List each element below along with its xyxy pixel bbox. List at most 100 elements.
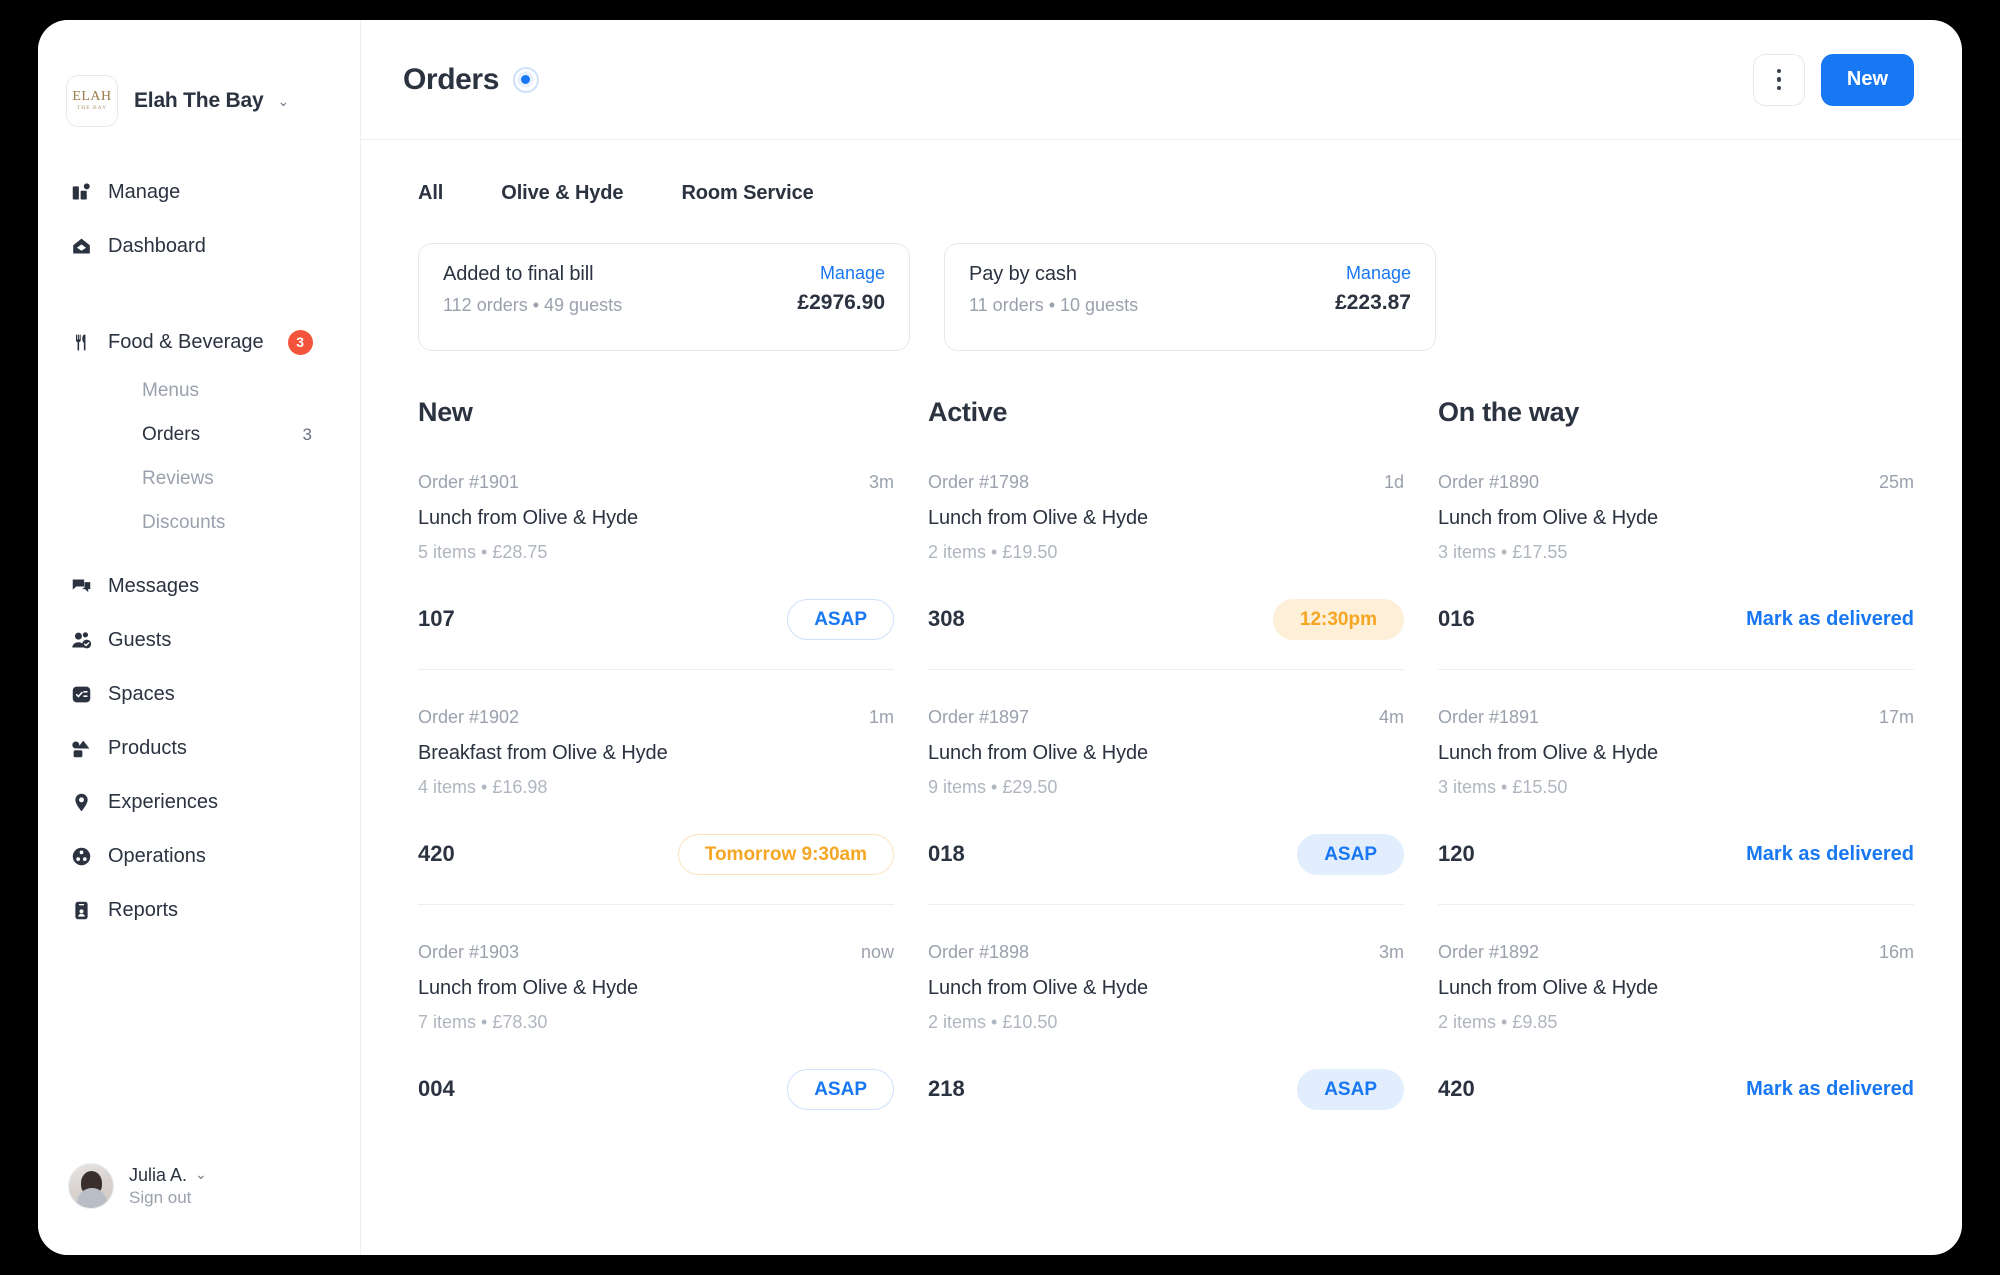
order-card[interactable]: Order #1897 4m Lunch from Olive & Hyde 9… (928, 707, 1404, 905)
sidebar-subitem-discounts[interactable]: Discounts (38, 501, 360, 545)
summary-title: Added to final bill (443, 263, 594, 285)
order-header: Order #1903 now (418, 942, 894, 963)
mark-as-delivered-button[interactable]: Mark as delivered (1746, 843, 1914, 866)
order-card[interactable]: Order #1890 25m Lunch from Olive & Hyde … (1438, 472, 1914, 670)
order-card[interactable]: Order #1891 17m Lunch from Olive & Hyde … (1438, 707, 1914, 905)
order-action-badge[interactable]: ASAP (787, 598, 894, 640)
order-action-badge[interactable]: ASAP (1297, 833, 1404, 875)
order-action-badge[interactable]: 12:30pm (1272, 598, 1404, 640)
user-name: Julia A. (129, 1164, 188, 1185)
summary-meta: 11 orders • 10 guests (969, 295, 1139, 315)
order-columns: New Order #1901 3m Lunch from Olive & Hy… (403, 397, 1914, 1176)
sidebar-item-spaces[interactable]: Spaces (38, 667, 360, 721)
order-meta: 7 items • £78.30 (418, 1012, 548, 1032)
order-action-badge[interactable]: Tomorrow 9:30am (677, 833, 894, 875)
main-area: Orders New All Olive & Hyde Room Service (361, 20, 1962, 1255)
sidebar-item-dashboard[interactable]: Dashboard (38, 219, 360, 273)
order-id: Order #1898 (928, 942, 1030, 962)
order-card[interactable]: Order #1902 1m Breakfast from Olive & Hy… (418, 707, 894, 905)
order-title: Lunch from Olive & Hyde (928, 507, 1149, 529)
order-meta: 4 items • £16.98 (418, 777, 548, 797)
order-title: Lunch from Olive & Hyde (1438, 507, 1659, 529)
order-title: Lunch from Olive & Hyde (928, 977, 1149, 999)
order-footer: 308 12:30pm (928, 597, 1404, 641)
operations-icon (70, 845, 92, 867)
brand-switcher[interactable]: ELAH THE BAY Elah The Bay ⌄ (38, 20, 360, 140)
content-area: All Olive & Hyde Room Service Added to f… (361, 140, 1962, 1255)
order-id: Order #1798 (928, 472, 1030, 492)
order-meta: 5 items • £28.75 (418, 542, 548, 562)
sidebar-item-label: Messages (108, 574, 200, 597)
order-header: Order #1891 17m (1438, 707, 1914, 728)
chevron-down-icon: ⌄ (195, 1166, 207, 1183)
summary-card-pay-by-cash[interactable]: Pay by cash 11 orders • 10 guests Manage… (944, 243, 1436, 351)
sidebar-item-reports[interactable]: Reports (38, 883, 360, 937)
sidebar-subitem-menus[interactable]: Menus (38, 369, 360, 413)
map-pin-icon (70, 791, 92, 813)
order-time-ago: now (860, 942, 894, 962)
mark-as-delivered-button[interactable]: Mark as delivered (1746, 1078, 1914, 1101)
sidebar-item-label: Food & Beverage (108, 330, 264, 353)
user-menu[interactable]: Julia A. ⌄ Sign out (38, 1163, 360, 1255)
sidebar-subitem-label: Menus (142, 380, 200, 401)
order-room-number: 107 (418, 606, 455, 631)
order-card[interactable]: Order #1898 3m Lunch from Olive & Hyde 2… (928, 942, 1404, 1139)
order-room-number: 004 (418, 1076, 455, 1101)
order-id: Order #1903 (418, 942, 520, 962)
order-id: Order #1897 (928, 707, 1030, 727)
user-name-row: Julia A. ⌄ (129, 1164, 207, 1187)
manage-link[interactable]: Manage (1335, 263, 1411, 284)
new-order-button[interactable]: New (1820, 53, 1914, 106)
column-on-the-way: On the way Order #1890 25m Lunch from Ol… (1438, 397, 1914, 1176)
order-title: Lunch from Olive & Hyde (1438, 977, 1659, 999)
chevron-down-icon: ⌄ (277, 92, 290, 109)
order-footer: 107 ASAP (418, 597, 894, 641)
order-action-badge[interactable]: ASAP (787, 1068, 894, 1110)
sidebar-item-experiences[interactable]: Experiences (38, 775, 360, 829)
order-header: Order #1901 3m (418, 472, 894, 493)
order-card[interactable]: Order #1901 3m Lunch from Olive & Hyde 5… (418, 472, 894, 670)
manage-icon (70, 181, 92, 203)
manage-link[interactable]: Manage (797, 263, 885, 284)
sidebar-nav: Manage Dashboard Food & Beverage 3 Menus… (38, 140, 360, 1163)
sidebar-item-manage[interactable]: Manage (38, 165, 360, 219)
food-beverage-badge: 3 (287, 329, 313, 355)
more-options-button[interactable] (1752, 53, 1805, 106)
order-room-number: 018 (928, 841, 965, 866)
order-room-number: 420 (1438, 1076, 1475, 1101)
order-action-badge[interactable]: ASAP (1297, 1068, 1404, 1110)
order-room-number: 420 (418, 841, 455, 866)
sidebar-subitem-label: Orders (142, 424, 201, 445)
summary-meta: 112 orders • 49 guests (443, 295, 623, 315)
sidebar-item-products[interactable]: Products (38, 721, 360, 775)
order-card[interactable]: Order #1798 1d Lunch from Olive & Hyde 2… (928, 472, 1404, 670)
order-footer: 420 Mark as delivered (1438, 1067, 1914, 1111)
order-title: Lunch from Olive & Hyde (418, 977, 639, 999)
sidebar-item-messages[interactable]: Messages (38, 559, 360, 613)
summary-left: Added to final bill 112 orders • 49 gues… (443, 263, 622, 350)
sidebar: ELAH THE BAY Elah The Bay ⌄ Manage Dashb… (38, 20, 361, 1255)
order-id: Order #1892 (1438, 942, 1540, 962)
order-header: Order #1890 25m (1438, 472, 1914, 493)
column-title: Active (928, 397, 1008, 427)
tab-room-service[interactable]: Room Service (681, 182, 813, 205)
order-card[interactable]: Order #1903 now Lunch from Olive & Hyde … (418, 942, 894, 1139)
nav-spacer-2 (38, 545, 360, 559)
tab-olive-and-hyde[interactable]: Olive & Hyde (501, 182, 623, 205)
sidebar-item-food-beverage[interactable]: Food & Beverage 3 (38, 315, 360, 369)
tab-all[interactable]: All (418, 182, 443, 205)
sidebar-item-operations[interactable]: Operations (38, 829, 360, 883)
sign-out-link[interactable]: Sign out (129, 1187, 207, 1209)
order-time-ago: 1d (1383, 472, 1404, 492)
sidebar-item-label: Experiences (108, 790, 219, 813)
summary-card-added-to-final-bill[interactable]: Added to final bill 112 orders • 49 gues… (418, 243, 910, 351)
top-bar: Orders New (361, 20, 1962, 140)
column-title: On the way (1438, 397, 1580, 427)
order-card[interactable]: Order #1892 16m Lunch from Olive & Hyde … (1438, 942, 1914, 1139)
mark-as-delivered-button[interactable]: Mark as delivered (1746, 608, 1914, 631)
summary-right: Manage £2976.90 (797, 263, 885, 350)
sidebar-subitem-orders[interactable]: Orders 3 (38, 413, 360, 457)
sidebar-subitem-reviews[interactable]: Reviews (38, 457, 360, 501)
sidebar-item-label: Spaces (108, 682, 175, 705)
sidebar-item-guests[interactable]: Guests (38, 613, 360, 667)
